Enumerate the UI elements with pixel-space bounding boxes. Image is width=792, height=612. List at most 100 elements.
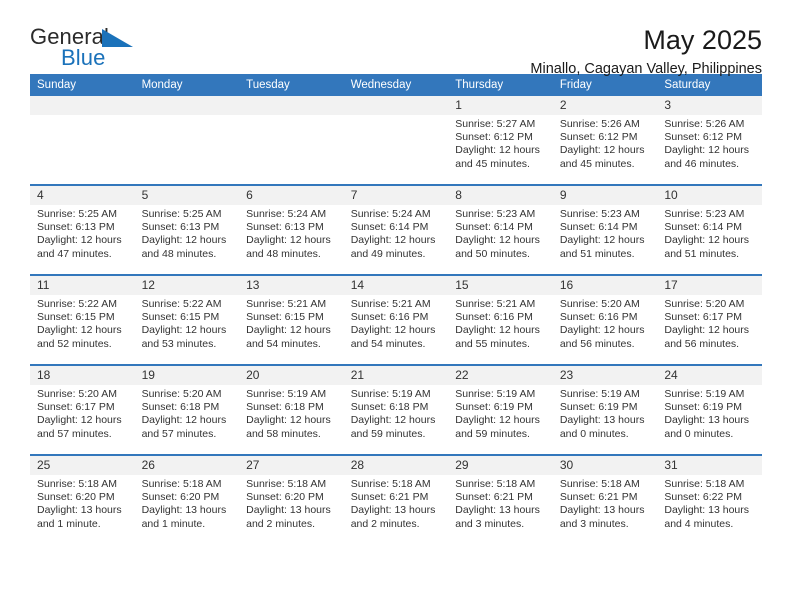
calendar-day-cell[interactable]: 7 Sunrise: 5:24 AM Sunset: 6:14 PM Daylight… bbox=[343, 184, 449, 275]
day-cell-body: 16 Sunrise: 5:20 AM Sunset: 6:16 PM Dayligh… bbox=[552, 276, 658, 364]
daylight-text: Daylight: 13 hours and 0 minutes. bbox=[559, 414, 645, 440]
calendar-day-cell[interactable]: 12 Sunrise: 5:22 AM Sunset: 6:15 PM Dayligh… bbox=[134, 274, 240, 365]
day-cell-body: 3 Sunrise: 5:26 AM Sunset: 6:12 PM Daylight… bbox=[657, 96, 762, 184]
day-info: Sunrise: 5:18 AM Sunset: 6:20 PM Daylight:… bbox=[135, 475, 240, 531]
calendar-day-cell[interactable]: 16 Sunrise: 5:20 AM Sunset: 6:16 PM Dayligh… bbox=[552, 274, 658, 365]
daylight-text: Daylight: 12 hours and 52 minutes. bbox=[37, 324, 122, 350]
sunset-text: Sunset: 6:15 PM bbox=[246, 311, 324, 324]
day-info: Sunrise: 5:25 AM Sunset: 6:13 PM Daylight:… bbox=[135, 205, 240, 261]
day-info: Sunrise: 5:18 AM Sunset: 6:21 PM Daylight:… bbox=[448, 475, 553, 531]
sunset-text: Sunset: 6:15 PM bbox=[37, 311, 115, 324]
day-cell-body: 23 Sunrise: 5:19 AM Sunset: 6:19 PM Dayligh… bbox=[552, 366, 658, 454]
sunset-text: Sunset: 6:13 PM bbox=[246, 221, 324, 234]
calendar-day-cell[interactable]: 14 Sunrise: 5:21 AM Sunset: 6:16 PM Dayligh… bbox=[343, 274, 449, 365]
calendar-day-cell[interactable]: 6 Sunrise: 5:24 AM Sunset: 6:13 PM Daylight… bbox=[239, 184, 344, 275]
logo-text-blue: Blue bbox=[61, 45, 106, 70]
calendar-day-cell[interactable]: 28 Sunrise: 5:18 AM Sunset: 6:21 PM Dayligh… bbox=[343, 454, 449, 544]
day-number: 28 bbox=[343, 456, 449, 475]
calendar-day-cell[interactable]: 26 Sunrise: 5:18 AM Sunset: 6:20 PM Dayligh… bbox=[134, 454, 240, 544]
sunset-text: Sunset: 6:19 PM bbox=[559, 401, 638, 414]
calendar-day-cell[interactable]: 24 Sunrise: 5:19 AM Sunset: 6:19 PM Dayligh… bbox=[657, 364, 762, 455]
sunrise-text: Sunrise: 5:18 AM bbox=[350, 478, 431, 490]
calendar-day-cell[interactable]: 1 Sunrise: 5:27 AM Sunset: 6:12 PM Daylight… bbox=[448, 96, 553, 185]
daylight-text: Daylight: 12 hours and 56 minutes. bbox=[559, 324, 645, 350]
sunrise-text: Sunrise: 5:20 AM bbox=[37, 388, 117, 400]
day-cell-body: 8 Sunrise: 5:23 AM Sunset: 6:14 PM Daylight… bbox=[448, 186, 553, 274]
sunset-text: Sunset: 6:19 PM bbox=[455, 401, 533, 414]
day-cell-body bbox=[134, 96, 240, 184]
day-number: 20 bbox=[239, 366, 344, 385]
sunset-text: Sunset: 6:13 PM bbox=[141, 221, 220, 234]
weekday-header-tuesday: Tuesday bbox=[239, 74, 344, 96]
sunrise-text: Sunrise: 5:18 AM bbox=[37, 478, 117, 490]
page-header: General Blue May 2025 Minallo, Cagayan V… bbox=[30, 0, 762, 78]
sunrise-text: Sunrise: 5:22 AM bbox=[141, 298, 222, 310]
daylight-text: Daylight: 12 hours and 58 minutes. bbox=[246, 414, 331, 440]
day-number: 29 bbox=[448, 456, 553, 475]
day-info: Sunrise: 5:20 AM Sunset: 6:17 PM Daylight:… bbox=[657, 295, 762, 351]
calendar-week-row: 18 Sunrise: 5:20 AM Sunset: 6:17 PM Dayligh… bbox=[30, 364, 762, 455]
daylight-text: Daylight: 12 hours and 55 minutes. bbox=[455, 324, 540, 350]
sunset-text: Sunset: 6:20 PM bbox=[37, 491, 115, 504]
calendar-day-cell[interactable]: 30 Sunrise: 5:18 AM Sunset: 6:21 PM Dayligh… bbox=[552, 454, 658, 544]
sunrise-text: Sunrise: 5:20 AM bbox=[664, 298, 745, 310]
day-number: 5 bbox=[134, 186, 240, 205]
daylight-text: Daylight: 12 hours and 57 minutes. bbox=[141, 414, 227, 440]
calendar-day-cell[interactable]: 15 Sunrise: 5:21 AM Sunset: 6:16 PM Dayligh… bbox=[448, 274, 553, 365]
calendar-day-cell[interactable]: 31 Sunrise: 5:18 AM Sunset: 6:22 PM Dayligh… bbox=[657, 454, 762, 544]
calendar-day-cell-empty bbox=[239, 96, 344, 185]
day-info: Sunrise: 5:21 AM Sunset: 6:16 PM Daylight:… bbox=[448, 295, 553, 351]
calendar-day-cell[interactable]: 8 Sunrise: 5:23 AM Sunset: 6:14 PM Daylight… bbox=[448, 184, 553, 275]
day-cell-body bbox=[343, 96, 449, 184]
day-cell-body: 12 Sunrise: 5:22 AM Sunset: 6:15 PM Dayligh… bbox=[134, 276, 240, 364]
calendar-day-cell[interactable]: 23 Sunrise: 5:19 AM Sunset: 6:19 PM Dayligh… bbox=[552, 364, 658, 455]
calendar-day-cell[interactable]: 22 Sunrise: 5:19 AM Sunset: 6:19 PM Dayligh… bbox=[448, 364, 553, 455]
sunset-text: Sunset: 6:12 PM bbox=[455, 131, 533, 144]
daylight-text: Daylight: 13 hours and 4 minutes. bbox=[664, 504, 750, 530]
daylight-text: Daylight: 12 hours and 59 minutes. bbox=[455, 414, 540, 440]
day-info: Sunrise: 5:18 AM Sunset: 6:20 PM Daylight:… bbox=[239, 475, 344, 531]
day-info: Sunrise: 5:26 AM Sunset: 6:12 PM Daylight:… bbox=[553, 115, 658, 171]
day-cell-body: 28 Sunrise: 5:18 AM Sunset: 6:21 PM Dayligh… bbox=[343, 456, 449, 544]
calendar-day-cell[interactable]: 17 Sunrise: 5:20 AM Sunset: 6:17 PM Dayligh… bbox=[657, 274, 762, 365]
calendar-day-cell[interactable]: 2 Sunrise: 5:26 AM Sunset: 6:12 PM Daylight… bbox=[552, 96, 658, 185]
calendar-day-cell[interactable]: 10 Sunrise: 5:23 AM Sunset: 6:14 PM Dayligh… bbox=[657, 184, 762, 275]
day-number: 10 bbox=[657, 186, 762, 205]
daylight-text: Daylight: 13 hours and 3 minutes. bbox=[559, 504, 645, 530]
day-number: 19 bbox=[134, 366, 240, 385]
calendar-day-cell[interactable]: 27 Sunrise: 5:18 AM Sunset: 6:20 PM Dayligh… bbox=[239, 454, 344, 544]
calendar-day-cell[interactable]: 19 Sunrise: 5:20 AM Sunset: 6:18 PM Dayligh… bbox=[134, 364, 240, 455]
day-cell-body: 14 Sunrise: 5:21 AM Sunset: 6:16 PM Dayligh… bbox=[343, 276, 449, 364]
day-number: 15 bbox=[448, 276, 553, 295]
day-number bbox=[239, 96, 344, 115]
sunrise-text: Sunrise: 5:27 AM bbox=[455, 118, 536, 130]
calendar-day-cell[interactable]: 29 Sunrise: 5:18 AM Sunset: 6:21 PM Dayligh… bbox=[448, 454, 553, 544]
daylight-text: Daylight: 12 hours and 56 minutes. bbox=[664, 324, 750, 350]
calendar-day-cell[interactable]: 20 Sunrise: 5:19 AM Sunset: 6:18 PM Dayligh… bbox=[239, 364, 344, 455]
sunset-text: Sunset: 6:21 PM bbox=[455, 491, 533, 504]
calendar-day-cell[interactable]: 21 Sunrise: 5:19 AM Sunset: 6:18 PM Dayligh… bbox=[343, 364, 449, 455]
day-info: Sunrise: 5:18 AM Sunset: 6:20 PM Daylight:… bbox=[30, 475, 135, 531]
calendar-day-cell[interactable]: 3 Sunrise: 5:26 AM Sunset: 6:12 PM Daylight… bbox=[657, 96, 762, 185]
calendar-week-row: 25 Sunrise: 5:18 AM Sunset: 6:20 PM Dayligh… bbox=[30, 454, 762, 544]
sunset-text: Sunset: 6:14 PM bbox=[455, 221, 533, 234]
sunrise-text: Sunrise: 5:20 AM bbox=[559, 298, 640, 310]
sunrise-text: Sunrise: 5:26 AM bbox=[559, 118, 640, 130]
logo-triangle-icon bbox=[102, 29, 133, 47]
calendar-day-cell[interactable]: 11 Sunrise: 5:22 AM Sunset: 6:15 PM Dayligh… bbox=[30, 274, 135, 365]
page-title: May 2025 bbox=[643, 25, 762, 55]
calendar-day-cell[interactable]: 25 Sunrise: 5:18 AM Sunset: 6:20 PM Dayligh… bbox=[30, 454, 135, 544]
calendar-day-cell[interactable]: 5 Sunrise: 5:25 AM Sunset: 6:13 PM Daylight… bbox=[134, 184, 240, 275]
day-number: 13 bbox=[239, 276, 344, 295]
calendar-day-cell[interactable]: 4 Sunrise: 5:25 AM Sunset: 6:13 PM Daylight… bbox=[30, 184, 135, 275]
calendar-day-cell[interactable]: 9 Sunrise: 5:23 AM Sunset: 6:14 PM Daylight… bbox=[552, 184, 658, 275]
sunset-text: Sunset: 6:18 PM bbox=[246, 401, 324, 414]
day-number: 31 bbox=[657, 456, 762, 475]
calendar-day-cell[interactable]: 13 Sunrise: 5:21 AM Sunset: 6:15 PM Dayligh… bbox=[239, 274, 344, 365]
day-number: 26 bbox=[134, 456, 240, 475]
daylight-text: Daylight: 12 hours and 47 minutes. bbox=[37, 234, 122, 260]
calendar-day-cell[interactable]: 18 Sunrise: 5:20 AM Sunset: 6:17 PM Dayligh… bbox=[30, 364, 135, 455]
day-cell-body: 1 Sunrise: 5:27 AM Sunset: 6:12 PM Daylight… bbox=[448, 96, 553, 184]
day-cell-body: 13 Sunrise: 5:21 AM Sunset: 6:15 PM Dayligh… bbox=[239, 276, 344, 364]
sunset-text: Sunset: 6:16 PM bbox=[559, 311, 638, 324]
